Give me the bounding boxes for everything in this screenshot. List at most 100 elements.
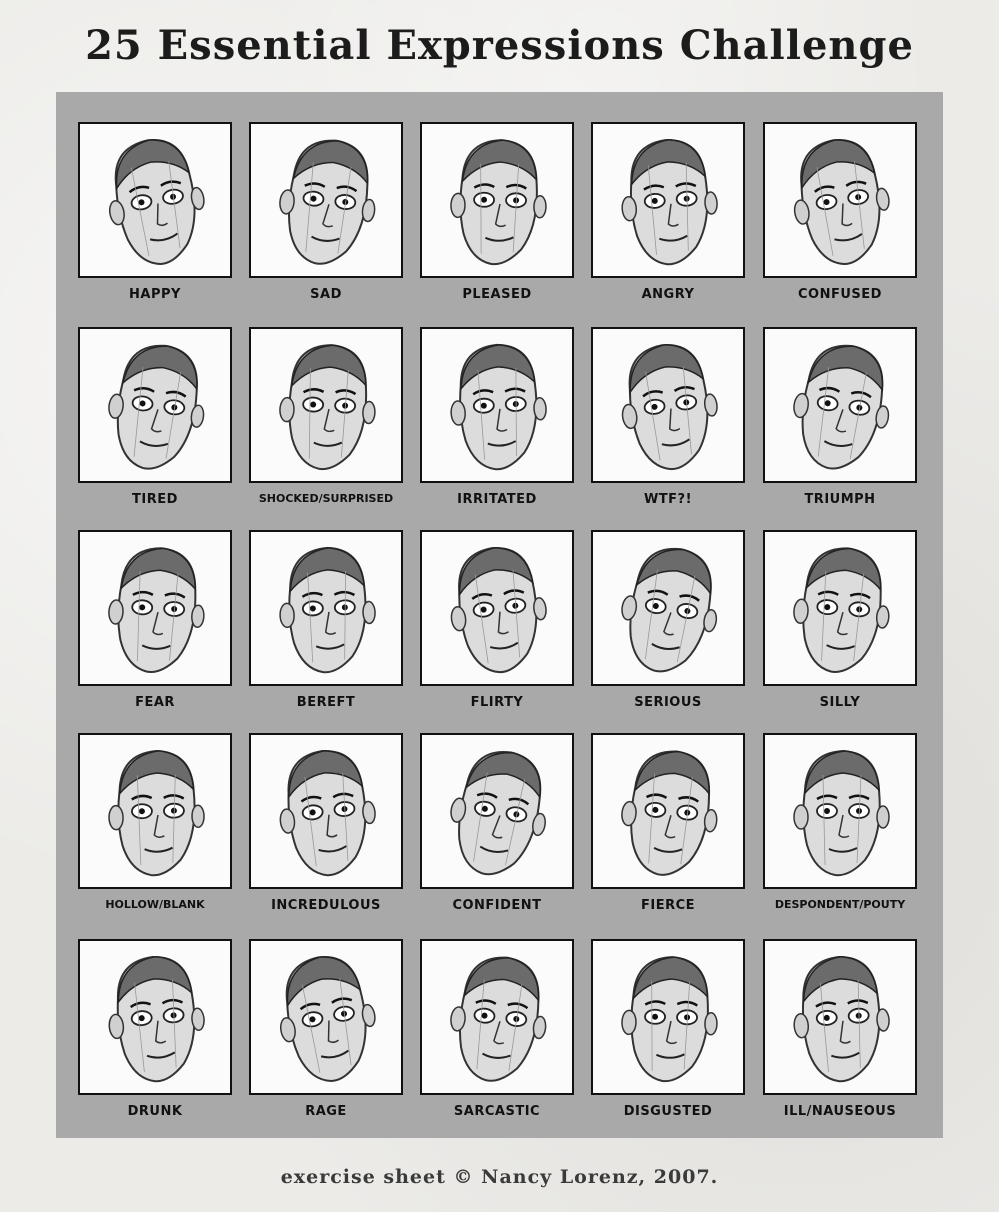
expression-label: WTF?! xyxy=(643,492,693,507)
face-sketch xyxy=(591,327,745,483)
face-sketch xyxy=(420,122,574,278)
head-sketch-icon xyxy=(108,955,205,1083)
head-sketch-icon xyxy=(279,139,376,265)
face-sketch xyxy=(763,122,917,278)
head-sketch-icon xyxy=(450,139,547,266)
expression-cell: TIRED xyxy=(78,327,250,527)
expression-label: HAPPY xyxy=(129,287,181,302)
expression-label: DISGUSTED xyxy=(623,1104,713,1119)
head-sketch-icon xyxy=(793,139,890,266)
expression-cell: IRRITATED xyxy=(420,327,592,527)
expression-cell: CONFIDENT xyxy=(420,733,592,933)
face-sketch xyxy=(763,327,917,483)
expression-cell: ANGRY xyxy=(591,122,763,322)
expression-label: PLEASED xyxy=(462,287,532,302)
head-sketch-icon xyxy=(450,956,547,1082)
head-sketch-icon xyxy=(108,749,205,877)
expression-cell: FIERCE xyxy=(591,733,763,933)
head-sketch-icon xyxy=(279,546,376,674)
expression-label: RAGE xyxy=(305,1104,347,1119)
head-sketch-icon xyxy=(450,343,547,471)
head-sketch-icon xyxy=(621,344,718,471)
expression-cell: SHOCKED/SURPRISED xyxy=(249,327,421,527)
head-sketch-icon xyxy=(108,344,205,470)
expression-label: DRUNK xyxy=(127,1104,183,1119)
expression-label: SERIOUS xyxy=(634,695,702,710)
face-sketch xyxy=(591,939,745,1095)
head-sketch-icon xyxy=(621,138,718,266)
expressions-grid: HAPPY SAD PLEASED ANGRY CONFUSED TIRED S… xyxy=(56,92,943,1138)
face-sketch xyxy=(78,122,232,278)
expression-label: TIRED xyxy=(132,492,178,507)
expression-cell: DESPONDENT/POUTY xyxy=(763,733,935,933)
head-sketch-icon xyxy=(621,547,718,673)
expression-cell: HAPPY xyxy=(78,122,250,322)
face-sketch xyxy=(249,122,403,278)
expression-label: IRRITATED xyxy=(457,492,537,507)
head-sketch-icon xyxy=(793,749,890,877)
expression-label: SHOCKED/SURPRISED xyxy=(258,492,394,505)
expression-label: BEREFT xyxy=(296,695,356,710)
face-sketch xyxy=(78,939,232,1095)
head-sketch-icon xyxy=(450,547,547,674)
expression-label: SARCASTIC xyxy=(453,1104,541,1119)
expression-cell: FLIRTY xyxy=(420,530,592,730)
expression-cell: DISGUSTED xyxy=(591,939,763,1139)
face-sketch xyxy=(763,530,917,686)
expression-cell: BEREFT xyxy=(249,530,421,730)
expression-label: DESPONDENT/POUTY xyxy=(774,898,906,911)
copyright-footer: exercise sheet © Nancy Lorenz, 2007. xyxy=(280,1166,719,1188)
expression-cell: HOLLOW/BLANK xyxy=(78,733,250,933)
head-sketch-icon xyxy=(621,956,718,1083)
expression-label: ANGRY xyxy=(641,287,695,302)
expression-label: SILLY xyxy=(819,695,861,710)
expression-cell: FEAR xyxy=(78,530,250,730)
expression-label: INCREDULOUS xyxy=(271,898,381,913)
head-sketch-icon xyxy=(279,956,376,1082)
face-sketch xyxy=(78,327,232,483)
head-sketch-icon xyxy=(793,547,890,673)
expression-cell: RAGE xyxy=(249,939,421,1139)
face-sketch xyxy=(249,939,403,1095)
expression-label: TRIUMPH xyxy=(804,492,876,507)
expression-cell: SAD xyxy=(249,122,421,322)
head-sketch-icon xyxy=(108,547,205,674)
head-sketch-icon xyxy=(793,344,890,470)
head-sketch-icon xyxy=(450,751,546,876)
head-sketch-icon xyxy=(279,344,376,471)
expression-cell: CONFUSED xyxy=(763,122,935,322)
face-sketch xyxy=(763,733,917,889)
expression-cell: ILL/NAUSEOUS xyxy=(763,939,935,1139)
expression-label: SAD xyxy=(310,287,342,302)
face-sketch xyxy=(78,733,232,889)
face-sketch xyxy=(249,733,403,889)
face-sketch xyxy=(591,733,745,889)
head-sketch-icon xyxy=(279,750,376,877)
face-sketch xyxy=(78,530,232,686)
expression-cell: TRIUMPH xyxy=(763,327,935,527)
expression-label: FLIRTY xyxy=(470,695,524,710)
expression-label: FIERCE xyxy=(640,898,696,913)
expression-label: CONFIDENT xyxy=(452,898,542,913)
face-sketch xyxy=(249,327,403,483)
face-sketch xyxy=(420,939,574,1095)
face-sketch xyxy=(420,530,574,686)
face-sketch xyxy=(420,327,574,483)
expression-cell: DRUNK xyxy=(78,939,250,1139)
face-sketch xyxy=(591,530,745,686)
face-sketch xyxy=(763,939,917,1095)
face-sketch xyxy=(420,733,574,889)
expression-label: FEAR xyxy=(135,695,175,710)
head-sketch-icon xyxy=(108,139,205,265)
face-sketch xyxy=(249,530,403,686)
face-sketch xyxy=(591,122,745,278)
page-title: 25 Essential Expressions Challenge xyxy=(85,22,914,69)
head-sketch-icon xyxy=(621,750,718,876)
expression-cell: PLEASED xyxy=(420,122,592,322)
expression-label: HOLLOW/BLANK xyxy=(105,898,205,911)
expression-label: ILL/NAUSEOUS xyxy=(783,1104,897,1119)
expression-cell: SERIOUS xyxy=(591,530,763,730)
expression-cell: SILLY xyxy=(763,530,935,730)
expression-cell: INCREDULOUS xyxy=(249,733,421,933)
expression-cell: SARCASTIC xyxy=(420,939,592,1139)
